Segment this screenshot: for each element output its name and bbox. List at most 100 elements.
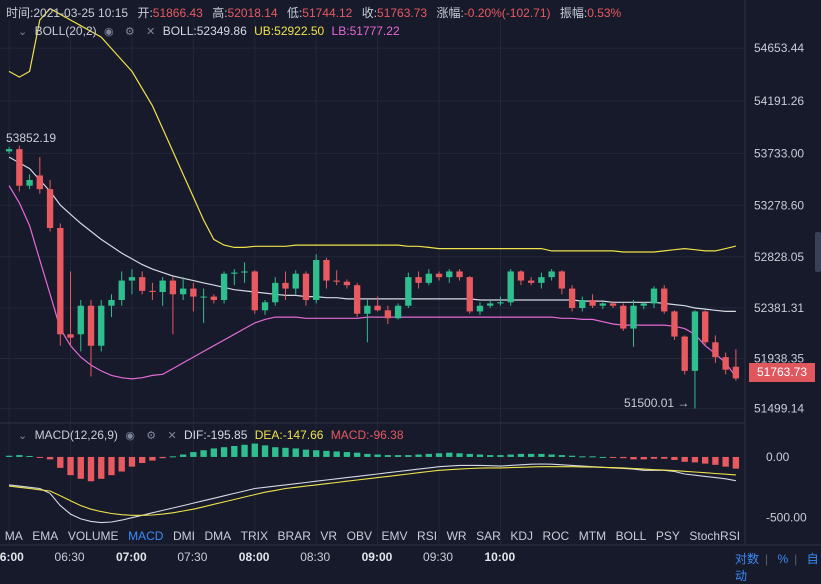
candle [415,271,422,289]
tab-psy[interactable]: PSY [656,529,680,543]
macd-bar [446,452,453,457]
tab-roc[interactable]: ROC [543,529,570,543]
macd-bar [36,456,43,458]
tab-ma[interactable]: MA [5,529,23,543]
candle-body [220,273,228,300]
boll-mid-line [8,156,736,312]
macd-legend: ⌄ MACD(12,26,9) ◉ ⚙ ✕ DIF:-195.85 DEA:-1… [14,428,404,442]
time-tick-label: 06:30 [54,550,85,564]
tab-mtm[interactable]: MTM [579,529,606,543]
tab-dma[interactable]: DMA [204,529,231,543]
tab-boll[interactable]: BOLL [616,529,647,543]
macd-bar [272,447,279,457]
candle-body [405,277,412,306]
candle [353,282,361,318]
macd-bar [568,455,576,457]
amplitude-value: 0.53% [587,6,622,20]
candle [405,272,412,308]
chart-canvas[interactable]: 54653.44 54191.26 53733.00 53278.60 52828.05… [0,0,821,573]
macd-bar [548,454,555,457]
tab-dmi[interactable]: DMI [173,529,195,543]
candle-body [139,277,146,291]
candle [568,285,576,312]
candle-body [435,273,443,278]
macd-bar [415,454,422,457]
macd-bar [98,456,105,479]
low-label: 低: [286,6,303,20]
macd-bar [640,456,647,460]
candle [466,276,473,314]
candle-body [497,302,504,304]
candle [36,157,43,194]
settings-gear-icon[interactable]: ⚙ [146,429,156,442]
candle [200,288,207,323]
settings-gear-icon[interactable]: ⚙ [125,25,135,38]
close-icon[interactable]: ✕ [167,429,176,442]
price-tick-label: 51499.14 [754,402,804,416]
tab-macd[interactable]: MACD [128,529,163,543]
boll-legend: ⌄ BOLL(20,2) ◉ ⚙ ✕ BOLL:52349.86 UB:5292… [14,24,400,38]
scroll-handle[interactable] [815,232,821,272]
macd-bar [364,453,371,457]
candle [159,277,166,306]
macd-bar [527,453,535,457]
tab-kdj[interactable]: KDJ [510,529,533,543]
eye-icon[interactable]: ◉ [104,25,114,38]
price-tick-label: 54191.26 [754,94,804,108]
macd-bar [26,455,33,457]
candle-body [98,305,105,346]
tab-obv[interactable]: OBV [347,529,372,543]
candle [394,303,402,320]
candle-body [517,271,525,281]
tab-trix[interactable]: TRIX [241,529,268,543]
tab-volume[interactable]: VOLUME [68,529,119,543]
candle [650,286,658,308]
price-axis: 54653.44 54191.26 53733.00 53278.60 52828.05… [754,41,804,415]
collapse-chevron-icon[interactable]: ⌄ [18,429,27,442]
high-label: 高: [212,6,228,20]
macd-bar [5,455,13,457]
tab-stochrsi[interactable]: StochRSI [689,529,740,543]
macd-bar [231,446,238,457]
tab-vr[interactable]: VR [320,529,337,543]
boll-mid-label: BOLL: [162,24,197,38]
candle-body [702,311,709,343]
candle-body [46,189,54,228]
collapse-chevron-icon[interactable]: ⌄ [18,25,27,38]
tab-sar[interactable]: SAR [476,529,501,543]
tab-emv[interactable]: EMV [382,529,408,543]
candle-body [476,305,484,312]
macd-bar [67,456,74,476]
macd-bar [425,453,432,457]
candle [681,335,688,375]
macd-bar [456,453,463,457]
candle [691,310,699,409]
macd-bar [159,456,166,459]
macd-bar [630,456,637,460]
macd-bar [435,453,443,457]
candle-body [415,277,422,283]
log-scale-button[interactable]: 对数 [735,552,759,566]
candle [446,269,453,283]
eye-icon[interactable]: ◉ [125,429,135,442]
price-tick-label: 53278.60 [754,198,804,212]
macd-bar [118,456,125,472]
close-icon[interactable]: ✕ [146,25,155,38]
tab-ema[interactable]: EMA [32,529,58,543]
candle-body [128,277,136,281]
candle [67,271,74,346]
candle-body [36,175,43,190]
tab-wr[interactable]: WR [447,529,467,543]
time-tick-label: 07:00 [115,550,147,564]
boll-lower-line [8,185,737,380]
candle [517,270,525,286]
tab-brar[interactable]: BRAR [278,529,311,543]
macd-bar [169,456,177,458]
candle [343,279,351,289]
percent-scale-button[interactable]: % [777,552,788,566]
indicator-tabs: MA EMA VOLUME MACD DMI DMA TRIX BRAR VR OBV EMV RSI… [0,529,745,543]
macd-bar [343,452,351,457]
tab-rsi[interactable]: RSI [417,529,437,543]
time-tick-label: 07:30 [177,550,208,564]
candle-body [272,282,279,303]
